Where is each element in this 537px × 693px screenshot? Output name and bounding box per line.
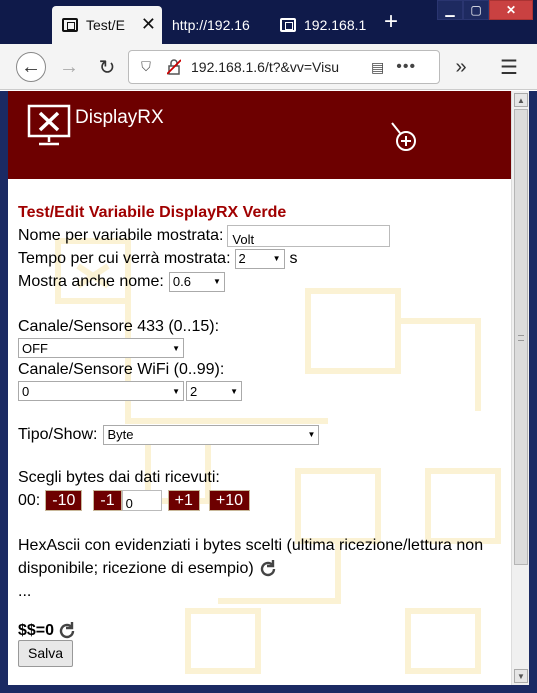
reload-button[interactable]: ↻ <box>92 52 122 82</box>
time-unit: s <box>289 250 298 267</box>
plus1-button[interactable]: +1 <box>167 490 200 511</box>
show-name-label: Mostra anche nome: <box>18 273 164 290</box>
plus10-button[interactable]: +10 <box>208 490 250 511</box>
byte-index: 00: <box>18 492 41 509</box>
hex-ascii-ellipsis: ... <box>18 583 32 600</box>
browser-titlebar: Test/E ✕ http://192.16 192.168.1 + ▁ ▢ ✕ <box>0 0 537 44</box>
hex-ascii-text: HexAscii con evidenziati i bytes scelti … <box>18 534 493 580</box>
close-window-button[interactable]: ✕ <box>489 0 533 20</box>
back-button[interactable]: ← <box>16 52 46 82</box>
scroll-down-icon[interactable]: ▼ <box>514 669 528 683</box>
vertical-scrollbar[interactable]: ▲ ▼ <box>511 91 529 685</box>
edit-form: Test/Edit Variabile DisplayRX Verde Nome… <box>18 201 498 667</box>
shield-icon[interactable]: ⛉ <box>135 58 157 76</box>
bytes-label: Scegli bytes dai dati ricevuti: <box>18 469 220 486</box>
window-frame <box>0 685 537 693</box>
name-input[interactable]: Volt <box>227 224 391 247</box>
show-name-select[interactable]: 0.6 ▼ <box>168 271 225 292</box>
grip-icon <box>518 335 524 341</box>
chevron-down-icon: ▼ <box>272 254 281 263</box>
insecure-lock-icon[interactable] <box>163 58 185 76</box>
wifi-row: 0 ▼ 2 ▼ <box>18 381 498 401</box>
chevron-down-icon: ▼ <box>212 277 221 286</box>
show-name-row: Mostra anche nome: 0.6 ▼ <box>18 270 498 293</box>
channel433-select[interactable]: OFF ▼ <box>18 338 184 358</box>
window-frame <box>0 91 8 693</box>
chevron-down-icon: ▼ <box>307 430 316 439</box>
name-label: Nome per variabile mostrata: <box>18 227 224 244</box>
display-icon <box>280 18 296 32</box>
wifi-select[interactable]: 0 ▼ <box>18 381 184 401</box>
page-title: Test/Edit Variabile DisplayRX Verde <box>18 204 287 221</box>
add-variable-icon[interactable] <box>388 119 424 155</box>
address-bar[interactable]: ⛉ 192.168.1.6/t?&vv=Visu ▤ ••• <box>128 50 440 84</box>
channel433-select-value: OFF <box>22 340 48 356</box>
channel433-row: OFF ▼ <box>18 338 498 358</box>
type-label: Tipo/Show: <box>18 426 98 443</box>
overflow-menu-icon[interactable]: » <box>446 52 476 82</box>
display-logo-icon <box>27 104 71 146</box>
tab-test-edit[interactable]: Test/E ✕ <box>52 6 162 44</box>
new-tab-button[interactable]: + <box>384 10 398 34</box>
chevron-down-icon: ▼ <box>230 386 238 396</box>
page-viewport: DisplayRX Test/Edit Variabile DisplayRX … <box>8 91 511 685</box>
scrollbar-thumb[interactable] <box>514 109 528 565</box>
save-button[interactable]: Salva <box>18 640 74 667</box>
byte-value-input[interactable]: 0 <box>121 490 162 511</box>
display-icon <box>62 18 78 32</box>
tab-http[interactable]: http://192.16 <box>164 6 269 44</box>
minus1-button[interactable]: -1 <box>93 490 122 511</box>
reader-view-icon[interactable]: ▤ <box>371 59 384 76</box>
url-text[interactable]: 192.168.1.6/t?&vv=Visu <box>191 59 363 75</box>
tab-label: http://192.16 <box>172 17 250 33</box>
window-frame <box>529 91 537 693</box>
chevron-down-icon: ▼ <box>172 386 180 396</box>
time-row: Tempo per cui verrà mostrata: 2 ▼ s <box>18 247 498 270</box>
app-header: DisplayRX <box>8 91 511 179</box>
wifi-sub-select-value: 2 <box>190 383 198 399</box>
hex-ascii-description: HexAscii con evidenziati i bytes scelti … <box>18 537 484 577</box>
wifi-label: Canale/Sensore WiFi (0..99): <box>18 361 225 378</box>
chevron-down-icon: ▼ <box>172 343 180 353</box>
wifi-select-value: 0 <box>22 383 30 399</box>
brand-name: DisplayRX <box>75 107 164 128</box>
forward-button[interactable]: → <box>54 52 84 82</box>
tab-192[interactable]: 192.168.1 <box>270 6 376 44</box>
type-row: Tipo/Show: Byte ▼ <box>18 423 498 446</box>
tab-label: 192.168.1 <box>304 17 367 33</box>
time-select-value: 2 <box>238 251 246 266</box>
name-row: Nome per variabile mostrata: Volt <box>18 224 498 247</box>
navigation-bar: ← → ↻ ⛉ 192.168.1.6/t?&vv=Visu ▤ ••• » ☰ <box>0 44 537 90</box>
refresh-icon[interactable] <box>57 621 77 641</box>
maximize-button[interactable]: ▢ <box>463 0 489 20</box>
time-select[interactable]: 2 ▼ <box>234 248 285 269</box>
tab-label: Test/E <box>86 17 125 33</box>
close-tab-icon[interactable]: ✕ <box>141 15 156 33</box>
save-row: Salva <box>18 640 498 667</box>
window-controls: ▁ ▢ ✕ <box>437 0 533 20</box>
wifi-sub-select[interactable]: 2 ▼ <box>186 381 242 401</box>
hamburger-menu-icon[interactable]: ☰ <box>494 52 524 82</box>
time-label: Tempo per cui verrà mostrata: <box>18 250 231 267</box>
result-row: $$=0 <box>18 619 498 642</box>
refresh-icon[interactable] <box>258 559 278 579</box>
result-value: $$=0 <box>18 622 55 639</box>
type-select[interactable]: Byte ▼ <box>103 424 320 445</box>
show-name-select-value: 0.6 <box>172 274 191 289</box>
page-actions-icon[interactable]: ••• <box>396 58 416 76</box>
channel433-label: Canale/Sensore 433 (0..15): <box>18 318 220 335</box>
scroll-up-icon[interactable]: ▲ <box>514 93 528 107</box>
minus10-button[interactable]: -10 <box>45 490 83 511</box>
type-select-value: Byte <box>107 427 134 442</box>
bytes-row: 00: -10 -1 0 +1 +10 <box>18 489 498 512</box>
minimize-button[interactable]: ▁ <box>437 0 463 20</box>
